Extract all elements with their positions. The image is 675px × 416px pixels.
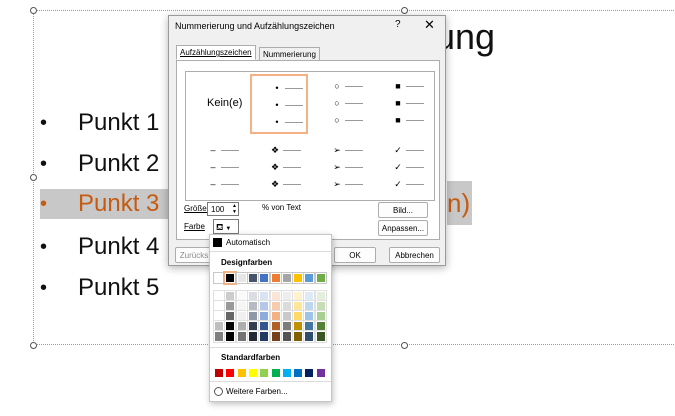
bullet-style-filled-square[interactable]: ■ ■ ■ bbox=[393, 78, 451, 129]
theme-color-swatch[interactable] bbox=[314, 272, 327, 284]
theme-color-shade-swatch[interactable] bbox=[224, 330, 237, 343]
bullet-item-4[interactable]: • Punkt 4 bbox=[40, 232, 159, 262]
bullet-dot-icon: • bbox=[40, 152, 48, 175]
bullet-item-1[interactable]: • Punkt 1 bbox=[40, 108, 159, 138]
resize-handle-middle-left[interactable] bbox=[30, 174, 37, 181]
theme-color-swatch[interactable] bbox=[269, 272, 282, 284]
theme-color-shade-swatch[interactable] bbox=[292, 330, 305, 343]
bullet-dot-icon: • bbox=[40, 111, 48, 134]
chevron-down-icon: ▼ bbox=[225, 226, 232, 232]
standard-color-swatch[interactable] bbox=[315, 368, 326, 378]
theme-color-shade-swatch[interactable] bbox=[258, 330, 271, 343]
theme-color-shade-swatch[interactable] bbox=[314, 330, 327, 343]
bullet-style-dash[interactable]: – – – bbox=[208, 142, 266, 193]
reset-button[interactable]: Zurücks bbox=[175, 247, 213, 263]
cancel-button[interactable]: Abbrechen bbox=[389, 247, 440, 263]
paint-bucket-icon: ⛾ bbox=[216, 222, 224, 232]
bullet-style-arrow[interactable]: ➢ ➢ ➢ bbox=[332, 142, 390, 193]
bullet-item-2[interactable]: • Punkt 2 bbox=[40, 149, 159, 179]
size-label: Größe: bbox=[184, 204, 209, 213]
theme-color-swatch[interactable] bbox=[280, 272, 293, 284]
resize-handle-bottom-middle[interactable] bbox=[401, 342, 408, 349]
theme-color-shade-swatch[interactable] bbox=[280, 330, 293, 343]
standard-colors-heading: Standardfarben bbox=[221, 353, 281, 362]
resize-handle-top-middle[interactable] bbox=[401, 7, 408, 14]
bullet-dot-icon: • bbox=[40, 192, 48, 215]
bullets-numbering-dialog: Nummerierung und Aufzählungszeichen ? ✕ … bbox=[168, 15, 446, 266]
theme-color-swatch[interactable] bbox=[303, 272, 316, 284]
resize-handle-bottom-left[interactable] bbox=[30, 342, 37, 349]
theme-color-swatch[interactable] bbox=[213, 272, 225, 284]
theme-color-shade-swatch[interactable] bbox=[235, 330, 248, 343]
theme-color-swatch[interactable] bbox=[258, 272, 271, 284]
theme-color-shade-swatch[interactable] bbox=[246, 330, 259, 343]
color-picker-button[interactable]: ⛾ ▼ bbox=[213, 219, 239, 234]
standard-color-swatch[interactable] bbox=[236, 368, 247, 378]
standard-color-swatch[interactable] bbox=[214, 368, 224, 378]
theme-colors-heading: Designfarben bbox=[221, 258, 273, 267]
bullet-gallery: Kein(e) • • • ○ ○ ○ ■ ■ ■ – – – ❖ ❖ ❖ ➢ … bbox=[185, 71, 435, 201]
standard-color-swatch[interactable] bbox=[270, 368, 281, 378]
color-label: Farbe bbox=[184, 222, 205, 231]
tab-bullets[interactable]: Aufzählungszeichen bbox=[176, 45, 256, 60]
dialog-title: Nummerierung und Aufzählungszeichen bbox=[175, 21, 335, 31]
customize-button[interactable]: Anpassen... bbox=[378, 220, 428, 236]
standard-color-swatch[interactable] bbox=[259, 368, 270, 378]
theme-color-swatch[interactable] bbox=[223, 271, 238, 285]
black-swatch-icon bbox=[213, 238, 222, 248]
size-unit-label: % von Text bbox=[262, 203, 301, 212]
help-button[interactable]: ? bbox=[395, 19, 401, 30]
bullet-style-diamond[interactable]: ❖ ❖ ❖ bbox=[270, 142, 328, 193]
theme-color-shade-swatch[interactable] bbox=[303, 330, 316, 343]
bullet-dot-icon: • bbox=[40, 235, 48, 258]
theme-color-swatch[interactable] bbox=[292, 272, 305, 284]
standard-color-swatch[interactable] bbox=[225, 368, 236, 378]
size-spinner[interactable]: 100 ▲ ▼ bbox=[207, 202, 239, 216]
theme-color-swatch[interactable] bbox=[235, 272, 248, 284]
ok-button[interactable]: OK bbox=[334, 247, 376, 263]
color-dropdown: Automatisch Designfarben Standardfarben … bbox=[209, 234, 332, 402]
more-colors-option[interactable]: Weitere Farben... bbox=[214, 387, 288, 397]
spinner-arrows-icon[interactable]: ▲ ▼ bbox=[232, 203, 237, 215]
automatic-color-option[interactable]: Automatisch bbox=[213, 237, 329, 249]
bullet-style-filled-round[interactable]: • • • bbox=[250, 74, 308, 134]
resize-handle-top-left[interactable] bbox=[30, 7, 37, 14]
standard-color-swatch[interactable] bbox=[304, 368, 315, 378]
palette-icon bbox=[214, 387, 223, 397]
bullet-style-none[interactable]: Kein(e) bbox=[186, 72, 244, 132]
theme-color-swatch[interactable] bbox=[246, 272, 259, 284]
theme-color-shade-swatch[interactable] bbox=[269, 330, 282, 343]
bullet-item-5[interactable]: • Punkt 5 bbox=[40, 273, 159, 303]
bullet-style-checkmark[interactable]: ✓ ✓ ✓ bbox=[393, 142, 451, 193]
picture-button[interactable]: Bild... bbox=[378, 202, 428, 218]
bullet-item-3-selected[interactable]: • Punkt 3 bbox=[40, 189, 168, 219]
standard-color-swatch[interactable] bbox=[247, 368, 258, 378]
standard-color-swatch[interactable] bbox=[293, 368, 304, 378]
theme-color-shade-swatch[interactable] bbox=[213, 330, 225, 343]
standard-color-swatch[interactable] bbox=[281, 368, 292, 378]
bullet-dot-icon: • bbox=[40, 276, 48, 299]
close-icon[interactable]: ✕ bbox=[424, 17, 435, 33]
bullet-style-hollow-round[interactable]: ○ ○ ○ bbox=[332, 78, 390, 129]
